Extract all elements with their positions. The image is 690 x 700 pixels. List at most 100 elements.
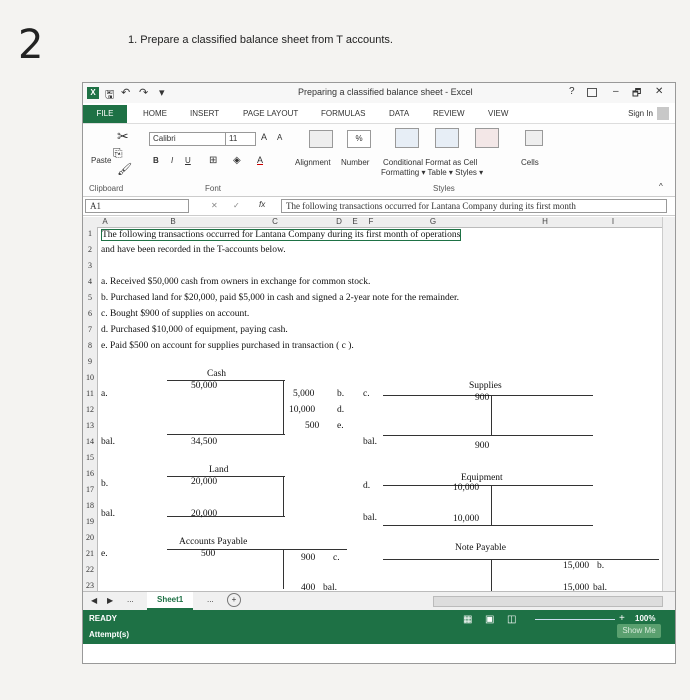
fill-color-icon[interactable]: ◈ [233, 155, 241, 166]
row-number[interactable]: 20 [83, 533, 97, 542]
row-number[interactable]: 12 [83, 405, 97, 414]
cells-button[interactable]: Cells [521, 158, 539, 167]
name-box[interactable]: A1 [85, 199, 189, 213]
vertical-scrollbar[interactable] [662, 217, 675, 591]
confirm-entry-icon[interactable]: ✓ [233, 201, 240, 210]
horizontal-scrollbar[interactable] [433, 596, 663, 607]
zoom-slider[interactable] [535, 619, 615, 620]
row-number[interactable]: 15 [83, 453, 97, 462]
cell-a7[interactable]: d. Purchased $10,000 of equipment, payin… [101, 325, 288, 335]
tab-review[interactable]: REVIEW [433, 109, 465, 118]
sheets-overflow-left[interactable]: ... [127, 595, 134, 604]
formula-input[interactable]: The following transactions occurred for … [281, 199, 667, 213]
row-number[interactable]: 14 [83, 437, 97, 446]
next-sheet-icon[interactable]: ▶ [107, 596, 113, 605]
alignment-icon[interactable] [309, 130, 333, 148]
copy-icon[interactable]: ⎘ [113, 146, 123, 161]
row-number[interactable]: 1 [83, 229, 97, 238]
format-as-table-icon[interactable] [435, 128, 459, 148]
col-header-e[interactable]: E [349, 217, 361, 227]
conditional-formatting-icon[interactable] [395, 128, 419, 148]
close-icon[interactable]: ✕ [655, 86, 663, 97]
col-header-g[interactable]: G [427, 217, 439, 227]
save-icon[interactable]: 🖫 [105, 86, 114, 105]
col-header-c[interactable]: C [269, 217, 281, 227]
cells-icon[interactable] [525, 130, 543, 146]
restore-icon[interactable]: 🗗 [632, 86, 641, 103]
cell-a6[interactable]: c. Bought $900 of supplies on account. [101, 309, 249, 319]
add-sheet-button[interactable]: + [227, 593, 241, 607]
bold-button[interactable]: B [153, 156, 159, 165]
row-number[interactable]: 11 [83, 389, 97, 398]
grow-font-button[interactable]: A [261, 132, 267, 142]
row-number[interactable]: 21 [83, 549, 97, 558]
page-layout-view-icon[interactable]: ▣ [485, 614, 494, 625]
row-number[interactable]: 10 [83, 373, 97, 382]
shrink-font-button[interactable]: A [277, 133, 282, 142]
tab-file[interactable]: FILE [83, 105, 127, 123]
sheets-overflow-right[interactable]: ... [207, 595, 214, 604]
cell-a1[interactable]: The following transactions occurred for … [101, 229, 462, 241]
fx-icon[interactable]: fx [259, 200, 265, 209]
normal-view-icon[interactable]: ▦ [463, 614, 472, 625]
tab-page-layout[interactable]: PAGE LAYOUT [243, 109, 298, 118]
format-painter-icon[interactable]: 🖌 [117, 162, 132, 176]
tab-formulas[interactable]: FORMULAS [321, 109, 365, 118]
font-color-icon[interactable]: A [257, 155, 263, 165]
col-header-b[interactable]: B [167, 217, 179, 227]
col-header-a[interactable]: A [99, 217, 111, 227]
prev-sheet-icon[interactable]: ◀ [91, 596, 97, 605]
row-number[interactable]: 22 [83, 565, 97, 574]
col-header-f[interactable]: F [365, 217, 377, 227]
undo-icon[interactable]: ↶ [121, 86, 130, 99]
row-number[interactable]: 17 [83, 485, 97, 494]
cell-a5[interactable]: b. Purchased land for $20,000, paid $5,0… [101, 293, 459, 303]
col-header-i[interactable]: I [607, 217, 619, 227]
number-button[interactable]: Number [341, 158, 369, 167]
zoom-in-button[interactable]: + [619, 613, 625, 624]
cancel-entry-icon[interactable]: ✕ [211, 201, 218, 210]
row-number[interactable]: 9 [83, 357, 97, 366]
page-break-view-icon[interactable]: ◫ [507, 614, 516, 625]
tab-home[interactable]: HOME [143, 109, 167, 118]
col-header-d[interactable]: D [333, 217, 345, 227]
paste-button[interactable]: Paste [91, 156, 111, 165]
row-number[interactable]: 18 [83, 501, 97, 510]
cell-a8[interactable]: e. Paid $500 on account for supplies pur… [101, 341, 354, 351]
row-number[interactable]: 5 [83, 293, 97, 302]
row-number[interactable]: 6 [83, 309, 97, 318]
spreadsheet-grid[interactable]: A B C D E F G H I 1 2 3 4 5 6 7 8 9 10 1… [83, 217, 663, 595]
customize-qat-icon[interactable]: ▾ [159, 86, 165, 99]
help-icon[interactable]: ? [569, 86, 575, 97]
font-size-select[interactable]: 11 [225, 132, 256, 146]
font-name-select[interactable]: Calibri [149, 132, 226, 146]
row-number[interactable]: 4 [83, 277, 97, 286]
row-number[interactable]: 23 [83, 581, 97, 590]
tab-data[interactable]: DATA [389, 109, 409, 118]
sign-in-link[interactable]: Sign In [628, 109, 653, 118]
col-header-h[interactable]: H [539, 217, 551, 227]
alignment-button[interactable]: Alignment [295, 158, 331, 167]
row-number[interactable]: 13 [83, 421, 97, 430]
minimize-icon[interactable]: – [613, 86, 619, 97]
show-me-button[interactable]: Show Me [617, 624, 661, 638]
redo-icon[interactable]: ↷ [139, 86, 148, 99]
collapse-ribbon-icon[interactable]: ^ [659, 182, 663, 191]
borders-icon[interactable]: ⊞ [209, 155, 217, 166]
row-number[interactable]: 7 [83, 325, 97, 334]
cell-a4[interactable]: a. Received $50,000 cash from owners in … [101, 277, 370, 287]
row-number[interactable]: 8 [83, 341, 97, 350]
row-number[interactable]: 16 [83, 469, 97, 478]
percent-icon[interactable]: % [347, 130, 371, 148]
user-avatar-icon[interactable] [657, 107, 669, 120]
row-number[interactable]: 2 [83, 245, 97, 254]
cell-styles-icon[interactable] [475, 128, 499, 148]
row-number[interactable]: 19 [83, 517, 97, 526]
cell-a2[interactable]: and have been recorded in the T-accounts… [101, 245, 286, 255]
sheet-tab[interactable]: Sheet1 [147, 592, 194, 610]
italic-button[interactable]: I [171, 156, 173, 165]
cut-icon[interactable]: ✂ [117, 128, 129, 145]
underline-button[interactable]: U [185, 156, 191, 165]
ribbon-display-icon[interactable] [587, 88, 597, 97]
row-number[interactable]: 3 [83, 261, 97, 270]
